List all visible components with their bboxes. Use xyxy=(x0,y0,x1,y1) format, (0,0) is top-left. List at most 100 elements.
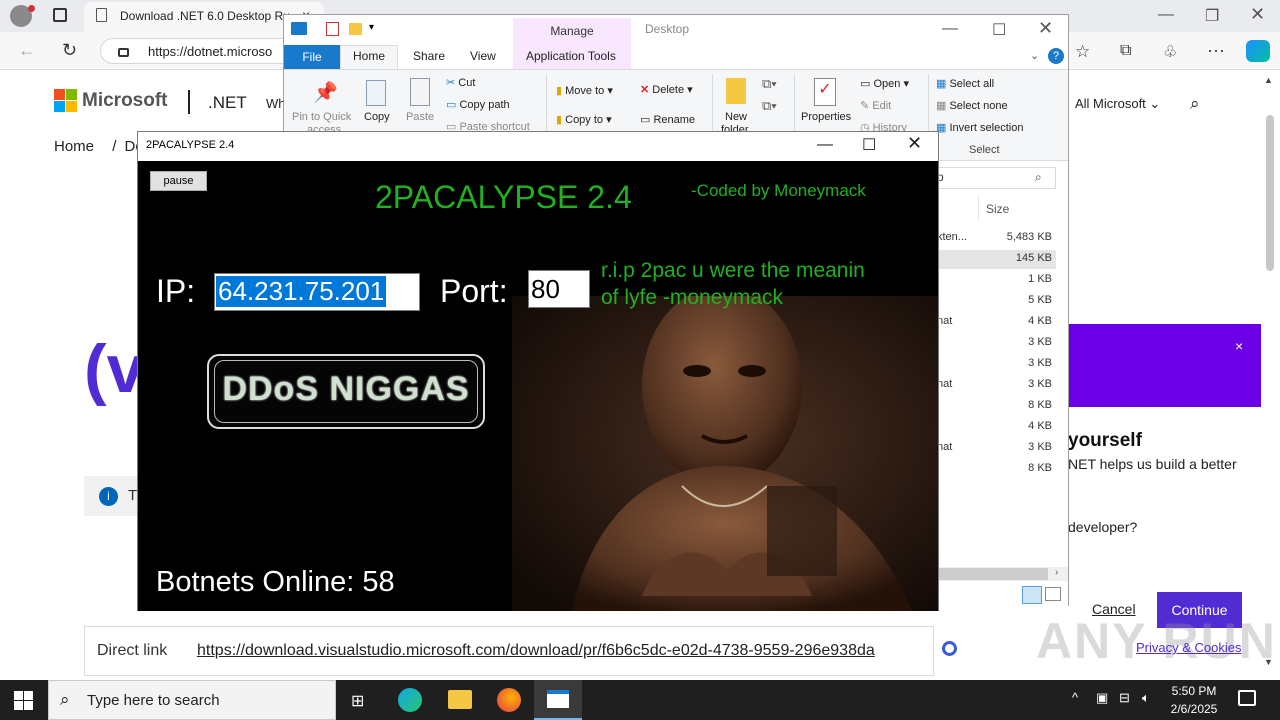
new-folder-button[interactable]: New xyxy=(725,111,747,123)
tab-view[interactable]: View xyxy=(470,49,496,63)
scroll-up-icon[interactable]: ▲ xyxy=(1264,75,1273,85)
back-icon[interactable]: ← xyxy=(18,40,36,61)
microsoft-logo-icon[interactable] xyxy=(54,89,77,112)
copy-icon xyxy=(366,80,386,106)
easy-access-icon[interactable]: ⧉▾ xyxy=(762,98,777,114)
page-scrollbar-thumb[interactable] xyxy=(1266,115,1274,271)
select-all-button[interactable]: ▦ Select all xyxy=(936,77,994,90)
open-button[interactable]: ▭ Open ▾ xyxy=(860,77,909,90)
delete-button[interactable]: ✕ Delete ▾ xyxy=(640,83,693,96)
cut-row[interactable]: ✂ Cut xyxy=(446,76,475,89)
portrait-photo xyxy=(512,296,938,611)
ddos-button-label[interactable]: DDoS NIGGAS xyxy=(207,370,485,409)
ip-input-value[interactable]: 64.231.75.201 xyxy=(216,276,387,307)
pause-button[interactable]: pause xyxy=(150,171,207,191)
move-to-button[interactable]: ▮ Move to ▾ xyxy=(556,84,613,97)
browser-restore-icon[interactable]: ❐ xyxy=(1205,6,1219,26)
app-maximize-icon[interactable]: ☐ xyxy=(862,135,876,155)
new-folder-quick-icon[interactable] xyxy=(349,23,362,35)
file-explorer-icon[interactable] xyxy=(448,690,472,709)
clock-date[interactable]: 2/6/2025 xyxy=(1164,702,1224,716)
paste-button[interactable]: Paste xyxy=(406,111,434,123)
search-icon[interactable]: ⌕ xyxy=(1035,170,1042,185)
copy-to-button[interactable]: ▮ Copy to ▾ xyxy=(556,113,612,126)
notification-icon[interactable] xyxy=(1238,690,1256,706)
properties-button[interactable]: Properties xyxy=(801,111,851,123)
clock-time[interactable]: 5:50 PM xyxy=(1168,684,1220,698)
app-window-title: 2PACALYPSE 2.4 xyxy=(146,139,235,151)
scroll-down-icon[interactable]: ▼ xyxy=(1264,657,1273,667)
browser-minimize-icon[interactable]: — xyxy=(1158,6,1174,24)
copy-path-row[interactable]: ▭ Copy path xyxy=(446,98,510,111)
tab-file[interactable]: File xyxy=(284,45,340,69)
tab-home[interactable]: Home xyxy=(353,49,385,63)
popup-close-icon[interactable]: × xyxy=(1235,338,1243,354)
show-hidden-icons[interactable]: ^ xyxy=(1072,690,1078,705)
explorer-maximize-icon[interactable]: ☐ xyxy=(992,20,1006,40)
tribute-line-2: of lyfe -moneymack xyxy=(601,286,784,309)
explorer-minimize-icon[interactable]: — xyxy=(942,20,958,38)
browser-tab-title: Download .NET 6.0 Desktop Ru xyxy=(120,9,290,23)
volume-icon[interactable]: 🔈︎ xyxy=(1142,690,1150,706)
port-input[interactable]: 80 xyxy=(528,270,590,308)
invert-selection-button[interactable]: ▦ Invert selection xyxy=(936,121,1023,134)
file-row-name[interactable]: nat xyxy=(937,315,952,327)
popup-question: developer? xyxy=(1068,519,1138,535)
copy-to-icon: ▮ xyxy=(556,114,563,126)
quick-access-dropdown-icon[interactable]: ▾ xyxy=(369,22,374,33)
file-row-name[interactable]: nat xyxy=(937,378,952,390)
copilot-icon[interactable] xyxy=(1246,40,1270,62)
file-row-size: 8 KB xyxy=(1028,399,1052,411)
all-microsoft-menu[interactable]: All Microsoft ⌄ xyxy=(1075,96,1160,112)
edge-icon[interactable] xyxy=(398,688,422,712)
breadcrumb-home[interactable]: Home xyxy=(54,138,94,155)
browser-close-icon[interactable]: ✕ xyxy=(1250,4,1265,25)
pin-to-quick-button[interactable]: Pin to Quick xyxy=(292,111,351,123)
product-name[interactable]: .NET xyxy=(208,93,247,113)
tab-application-tools[interactable]: Application Tools xyxy=(526,49,616,63)
invert-selection-label: Invert selection xyxy=(949,122,1024,134)
large-icons-view-icon[interactable] xyxy=(1045,587,1061,601)
select-none-button[interactable]: ▦ Select none xyxy=(936,99,1008,112)
explorer-close-icon[interactable]: ✕ xyxy=(1038,18,1053,39)
edit-button[interactable]: ✎ Edit xyxy=(860,99,891,112)
more-menu-icon[interactable]: ··· xyxy=(1207,40,1225,61)
collections-icon[interactable]: ⧉ xyxy=(1120,42,1131,60)
extensions-icon[interactable]: ♧ xyxy=(1163,42,1177,62)
details-view-icon[interactable] xyxy=(1022,586,1042,604)
info-icon: i xyxy=(99,487,118,506)
help-icon[interactable]: ? xyxy=(1048,48,1064,64)
explorer-hscroll-thumb[interactable] xyxy=(936,568,1048,580)
file-row-name[interactable]: nat xyxy=(937,441,952,453)
site-search-icon[interactable]: ⌕ xyxy=(1190,94,1200,114)
refresh-icon[interactable]: ↻ xyxy=(62,40,77,61)
properties-quick-icon[interactable] xyxy=(326,22,339,36)
direct-link-url[interactable]: https://download.visualstudio.microsoft.… xyxy=(197,642,925,660)
microsoft-brand-text[interactable]: Microsoft xyxy=(82,90,168,112)
task-view-icon[interactable]: ⊞ xyxy=(351,691,364,711)
rename-button[interactable]: ▭ Rename xyxy=(640,113,695,126)
app-close-icon[interactable]: ✕ xyxy=(907,133,922,154)
page-icon xyxy=(96,8,107,22)
taskbar-search-placeholder[interactable]: Type here to search xyxy=(87,692,220,709)
copy-button[interactable]: Copy xyxy=(364,111,390,123)
favorite-star-icon[interactable]: ☆ xyxy=(1075,42,1090,62)
chevron-down-icon: ⌄ xyxy=(1149,96,1161,111)
network-icon[interactable]: ⊟ xyxy=(1119,690,1130,706)
sync-icon xyxy=(942,641,957,656)
firefox-icon[interactable] xyxy=(497,688,521,712)
device-icon[interactable]: ▣ xyxy=(1096,690,1108,706)
tab-actions-icon[interactable] xyxy=(53,8,67,22)
file-row-name[interactable]: kten... xyxy=(937,231,967,243)
ribbon-expand-icon[interactable]: ⌄ xyxy=(1030,49,1039,62)
scroll-right-icon[interactable]: › xyxy=(1055,567,1058,578)
app-minimize-icon[interactable]: — xyxy=(817,136,833,154)
lock-icon[interactable] xyxy=(118,48,129,57)
tribute-line-1: r.i.p 2pac u were the meanin xyxy=(601,259,865,282)
windows-start-icon[interactable] xyxy=(14,691,34,711)
privacy-link[interactable]: Privacy & Cookies xyxy=(1136,640,1241,655)
column-header-size[interactable]: Size xyxy=(986,202,1009,216)
new-item-icon[interactable]: ⧉▾ xyxy=(762,76,777,92)
tab-share[interactable]: Share xyxy=(413,49,445,63)
url-text[interactable]: https://dotnet.microso xyxy=(148,44,288,59)
